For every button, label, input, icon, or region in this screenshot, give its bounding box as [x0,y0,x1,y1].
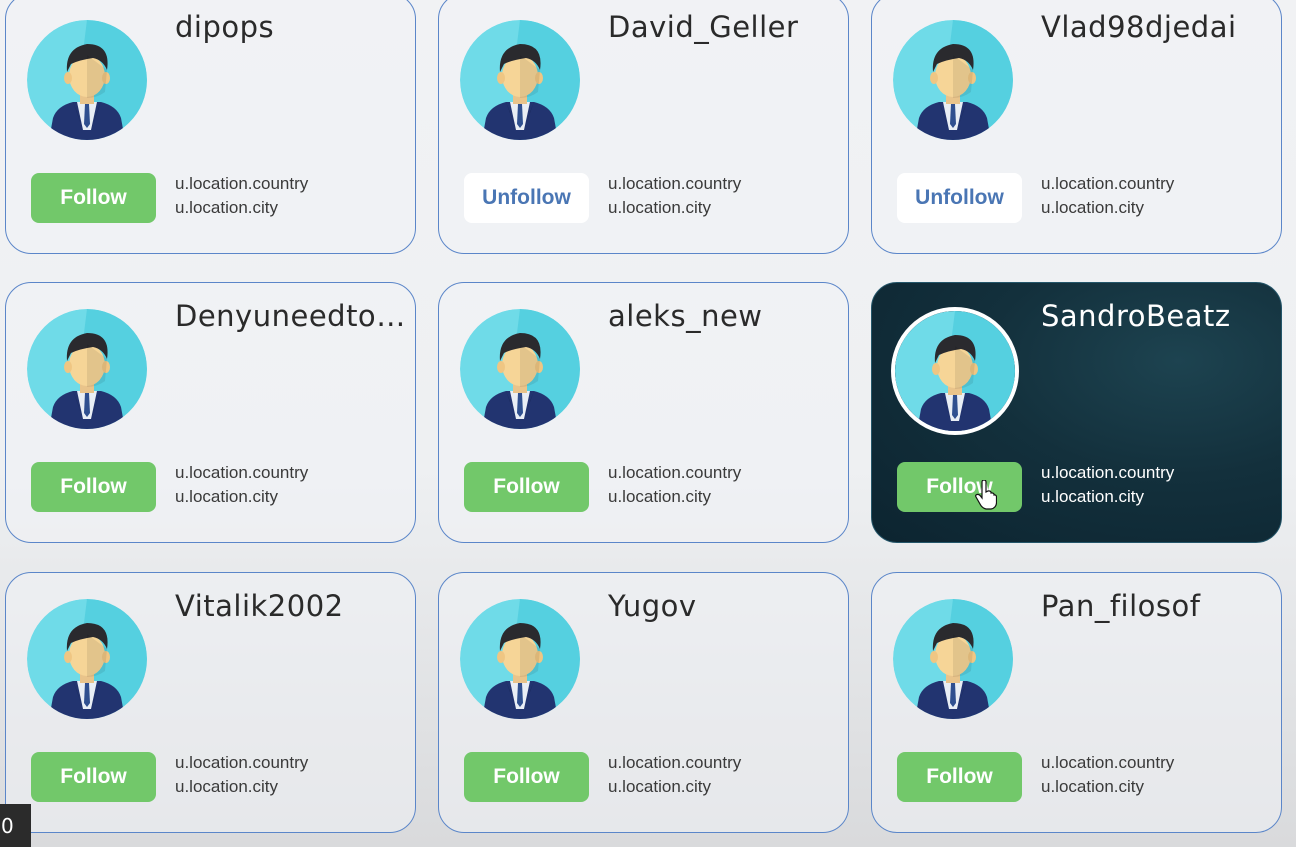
location-city: u.location.city [1041,487,1144,506]
location-country: u.location.country [175,463,309,482]
location-city: u.location.city [608,487,711,506]
user-card: Yugov Follow u.location.country u.location.… [438,572,849,833]
user-avatar-icon[interactable] [27,20,147,140]
user-card: Vlad98djedai Unfollow u.location.country u.… [871,0,1282,254]
location-city: u.location.city [175,487,278,506]
user-location: u.location.country u.location.city [175,172,308,220]
users-grid: dipops Follow u.location.country u.location… [0,0,1296,847]
location-country: u.location.country [1041,753,1175,772]
location-country: u.location.country [608,463,742,482]
user-card: Vitalik2002 Follow u.location.country u.loc… [5,572,416,833]
location-city: u.location.city [608,777,711,796]
user-location: u.location.country u.location.city [1041,461,1174,509]
user-location: u.location.country u.location.city [608,461,741,509]
user-avatar-icon[interactable] [460,309,580,429]
location-city: u.location.city [175,198,278,217]
user-avatar-icon[interactable] [891,307,1019,435]
user-location: u.location.country u.location.city [608,751,741,799]
location-country: u.location.country [1041,174,1175,193]
unfollow-button[interactable]: Unfollow [464,173,589,223]
location-city: u.location.city [1041,777,1144,796]
location-country: u.location.country [1041,463,1175,482]
username: Vlad98djedai [1041,10,1237,44]
user-location: u.location.country u.location.city [1041,751,1174,799]
location-country: u.location.country [608,174,742,193]
follow-button[interactable]: Follow [897,752,1022,802]
follow-button[interactable]: Follow [31,173,156,223]
follow-button[interactable]: Follow [897,462,1022,512]
user-location: u.location.country u.location.city [175,751,308,799]
follow-button[interactable]: Follow [31,462,156,512]
user-card: David_Geller Unfollow u.location.country u.… [438,0,849,254]
username: aleks_new [608,299,763,333]
user-card: Denyuneedtok... Follow u.location.country u… [5,282,416,543]
username: Denyuneedtok... [175,299,413,333]
user-card: dipops Follow u.location.country u.location… [5,0,416,254]
location-country: u.location.country [175,174,309,193]
location-country: u.location.country [175,753,309,772]
follow-button[interactable]: Follow [464,462,589,512]
user-avatar-icon[interactable] [27,599,147,719]
corner-badge: 0 [0,804,31,847]
username: Vitalik2002 [175,589,344,623]
mouse-cursor-icon [975,480,997,510]
user-card: aleks_new Follow u.location.country u.locat… [438,282,849,543]
user-avatar-icon[interactable] [27,309,147,429]
username: Yugov [608,589,697,623]
follow-button[interactable]: Follow [31,752,156,802]
username: SandroBeatz [1041,299,1231,333]
user-location: u.location.country u.location.city [1041,172,1174,220]
unfollow-button[interactable]: Unfollow [897,173,1022,223]
user-card: Pan_filosof Follow u.location.country u.loc… [871,572,1282,833]
user-avatar-icon[interactable] [460,20,580,140]
username: dipops [175,10,275,44]
follow-button[interactable]: Follow [464,752,589,802]
username: Pan_filosof [1041,589,1201,623]
user-card: SandroBeatz Follow u.location.country u.loc… [871,282,1282,543]
location-city: u.location.city [608,198,711,217]
username: David_Geller [608,10,799,44]
user-location: u.location.country u.location.city [175,461,308,509]
location-country: u.location.country [608,753,742,772]
location-city: u.location.city [175,777,278,796]
user-avatar-icon[interactable] [460,599,580,719]
location-city: u.location.city [1041,198,1144,217]
user-avatar-icon[interactable] [893,599,1013,719]
user-avatar-icon[interactable] [893,20,1013,140]
user-location: u.location.country u.location.city [608,172,741,220]
